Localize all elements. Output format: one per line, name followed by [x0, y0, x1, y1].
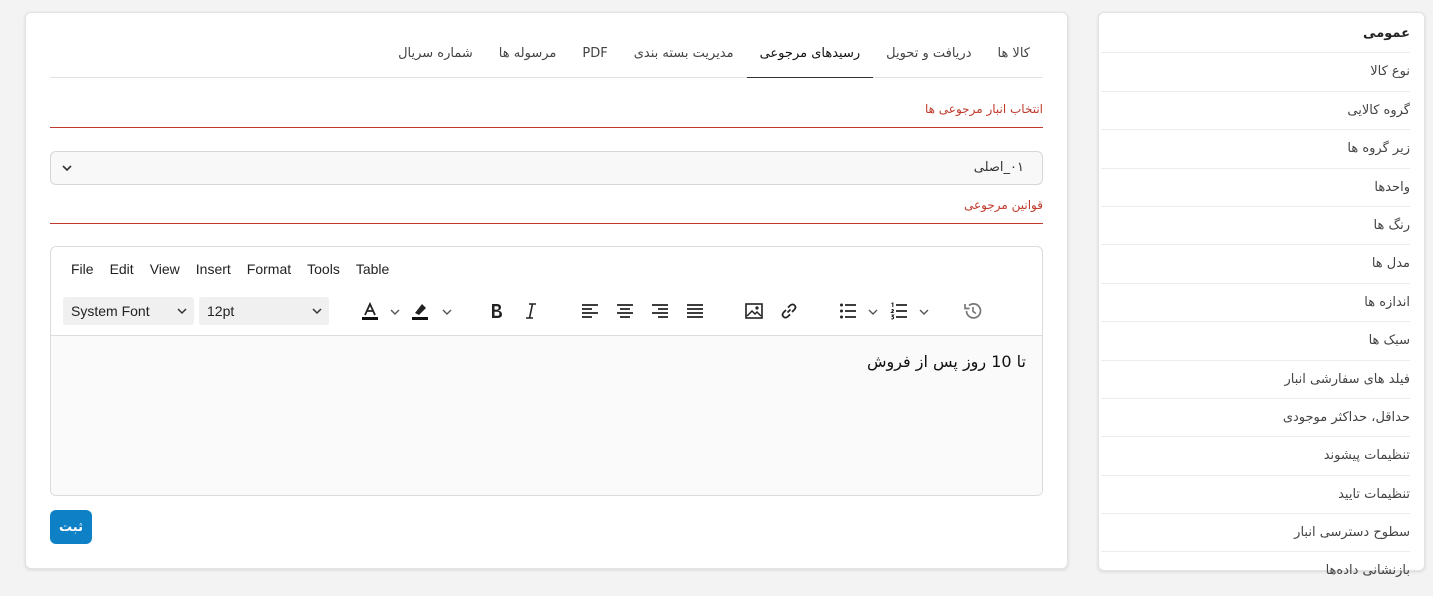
sidebar-item-product-type[interactable]: نوع کالا [1101, 53, 1410, 92]
tab-products[interactable]: کالا ها [984, 41, 1043, 77]
highlight-color-icon[interactable] [407, 298, 433, 324]
chevron-down-icon[interactable] [918, 306, 930, 318]
menu-format[interactable]: Format [239, 261, 299, 277]
align-right-icon[interactable] [647, 298, 673, 324]
sidebar-item-reset-data[interactable]: بازنشانی داده‌ها [1101, 552, 1410, 589]
chevron-down-icon [61, 162, 73, 174]
tab-serial-number[interactable]: شماره سریال [385, 41, 486, 77]
sidebar-list: عمومی نوع کالا گروه کالایی زیر گروه ها و… [1101, 15, 1410, 590]
menu-view[interactable]: View [142, 261, 188, 277]
editor-text: تا 10 روز پس از فروش [866, 352, 1026, 371]
bullet-list-icon[interactable] [835, 298, 861, 324]
text-color-icon[interactable] [357, 298, 383, 324]
font-family-select[interactable]: System Font [63, 297, 194, 325]
sidebar-item-units[interactable]: واحدها [1101, 169, 1410, 207]
menu-insert[interactable]: Insert [188, 261, 239, 277]
settings-sidebar: عمومی نوع کالا گروه کالایی زیر گروه ها و… [1098, 12, 1425, 578]
sidebar-item-product-group[interactable]: گروه کالایی [1101, 92, 1410, 131]
sidebar-item-custom-fields[interactable]: فیلد های سفارشی انبار [1101, 361, 1410, 399]
warehouse-section-title: انتخاب انبار مرجوعی ها [50, 102, 1043, 128]
sidebar-item-colors[interactable]: رنگ ها [1101, 207, 1410, 246]
align-justify-icon[interactable] [682, 298, 708, 324]
sidebar-item-styles[interactable]: سبک ها [1101, 322, 1410, 361]
main-panel: کالا ها دریافت و تحویل رسیدهای مرجوعی مد… [25, 12, 1068, 569]
tab-return-receipts[interactable]: رسیدهای مرجوعی [746, 41, 874, 78]
bold-icon[interactable] [483, 298, 509, 324]
align-left-icon[interactable] [577, 298, 603, 324]
font-family-value: System Font [71, 303, 150, 319]
sidebar-item-prefix-settings[interactable]: تنظیمات پیشوند [1101, 437, 1410, 476]
chevron-down-icon [311, 305, 323, 317]
sidebar-item-access-levels[interactable]: سطوح دسترسی انبار [1101, 514, 1410, 553]
chevron-down-icon[interactable] [867, 306, 879, 318]
history-icon[interactable] [960, 298, 986, 324]
insert-image-icon[interactable] [741, 298, 767, 324]
select-value: ۰۱_اصلی [973, 160, 1024, 175]
sidebar-item-subgroups[interactable]: زیر گروه ها [1101, 130, 1410, 169]
numbered-list-icon[interactable] [886, 298, 912, 324]
align-center-icon[interactable] [612, 298, 638, 324]
sidebar-item-sizes[interactable]: اندازه ها [1101, 284, 1410, 323]
insert-link-icon[interactable] [776, 298, 802, 324]
menu-table[interactable]: Table [348, 261, 397, 277]
tab-bar: کالا ها دریافت و تحویل رسیدهای مرجوعی مد… [50, 41, 1043, 78]
editor-toolbar: System Font 12pt [63, 297, 1033, 327]
rich-text-editor: File Edit View Insert Format Tools Table… [50, 246, 1043, 496]
italic-icon[interactable] [518, 298, 544, 324]
menu-edit[interactable]: Edit [102, 261, 142, 277]
menu-tools[interactable]: Tools [299, 261, 348, 277]
menu-file[interactable]: File [63, 261, 102, 277]
tab-shipments[interactable]: مرسوله ها [486, 41, 570, 77]
font-size-value: 12pt [207, 303, 235, 319]
chevron-down-icon[interactable] [389, 306, 401, 318]
sidebar-item-models[interactable]: مدل ها [1101, 245, 1410, 284]
tab-packaging[interactable]: مدیریت بسته بندی [621, 41, 747, 77]
submit-button[interactable]: ثبت [50, 510, 92, 544]
rules-section-title: قوانین مرجوعی [50, 198, 1043, 224]
chevron-down-icon[interactable] [441, 306, 453, 318]
sidebar-item-general[interactable]: عمومی [1101, 15, 1410, 54]
editor-content-area[interactable]: تا 10 روز پس از فروش [51, 335, 1042, 495]
chevron-down-icon [176, 305, 188, 317]
sidebar-item-min-max-stock[interactable]: حداقل، حداکثر موجودی [1101, 399, 1410, 438]
editor-menubar: File Edit View Insert Format Tools Table [63, 261, 397, 277]
sidebar-item-approval-settings[interactable]: تنظیمات تایید [1101, 476, 1410, 515]
tab-pdf[interactable]: PDF [569, 41, 620, 77]
return-warehouse-select[interactable]: ۰۱_اصلی [50, 151, 1043, 185]
tab-receive-deliver[interactable]: دریافت و تحویل [873, 41, 984, 77]
font-size-select[interactable]: 12pt [199, 297, 329, 325]
